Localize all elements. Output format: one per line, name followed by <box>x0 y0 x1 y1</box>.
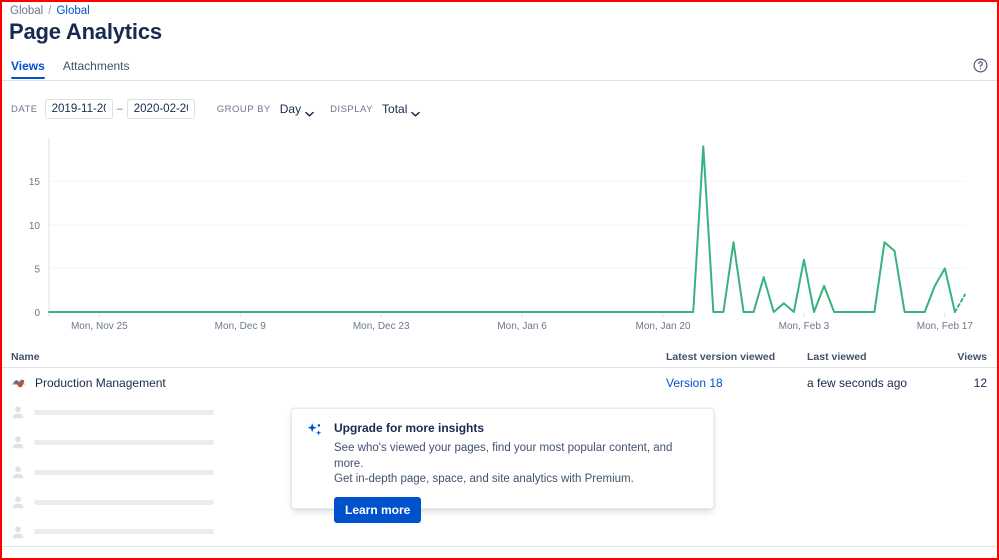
person-avatar-icon <box>11 465 25 479</box>
breadcrumb-separator: / <box>48 5 52 17</box>
table-header-row: Name Latest version viewed Last viewed V… <box>2 346 997 368</box>
upgrade-card-line-2: Get in-depth page, space, and site analy… <box>334 473 634 485</box>
person-avatar-icon <box>11 405 25 419</box>
tab-attachments[interactable]: Attachments <box>63 59 130 78</box>
svg-text:Mon, Nov 25: Mon, Nov 25 <box>71 321 128 332</box>
person-avatar-icon <box>11 435 25 449</box>
group-by-select[interactable]: Day <box>278 100 316 118</box>
sparkle-icon <box>306 422 323 439</box>
chevron-down-icon <box>305 106 314 117</box>
chevron-down-icon <box>411 106 421 117</box>
svg-text:15: 15 <box>29 177 41 188</box>
date-to-input[interactable] <box>126 99 195 119</box>
skeleton-bar-name <box>34 469 214 475</box>
column-header-name[interactable]: Name <box>11 351 666 363</box>
display-label: DISPLAY <box>330 103 374 115</box>
display-value: Total <box>382 102 408 116</box>
svg-text:10: 10 <box>29 221 41 232</box>
upgrade-card-body: Upgrade for more insights See who's view… <box>334 421 697 523</box>
learn-more-button[interactable]: Learn more <box>334 496 422 523</box>
skeleton-bar-name <box>34 529 214 534</box>
tab-views[interactable]: Views <box>11 59 45 79</box>
svg-text:5: 5 <box>34 264 40 275</box>
skeleton-bar-name <box>34 499 214 505</box>
upgrade-promo-card: Upgrade for more insights See who's view… <box>291 408 714 523</box>
breadcrumb-parent[interactable]: Global <box>10 5 43 17</box>
person-avatar-icon <box>11 495 25 509</box>
cell-name: Production Management <box>11 375 666 390</box>
date-label: DATE <box>11 103 38 115</box>
space-avatar-icon <box>11 375 26 390</box>
svg-text:Mon, Dec 23: Mon, Dec 23 <box>353 321 410 332</box>
skeleton-bar-name <box>34 409 214 415</box>
date-range-separator: – <box>116 103 123 115</box>
page-title: Page Analytics <box>9 19 162 44</box>
group-by-value: Day <box>279 102 302 116</box>
views-line-chart: 0 5 10 15 Mon, Nov 25 Mon, Dec 9 Mon, Dec 23 Mo… <box>2 130 997 335</box>
svg-text:Mon, Dec 9: Mon, Dec 9 <box>215 321 267 332</box>
svg-text:Mon, Feb 3: Mon, Feb 3 <box>779 321 830 332</box>
upgrade-card-title: Upgrade for more insights <box>334 421 485 435</box>
cell-name <box>11 525 666 539</box>
display-select[interactable]: Total <box>380 100 422 118</box>
filter-bar: DATE – GROUP BY Day DISPLAY Total <box>11 99 422 119</box>
page-name: Production Management <box>35 375 166 390</box>
column-header-last-viewed[interactable]: Last viewed <box>807 351 925 363</box>
cell-views: 12 <box>973 375 987 390</box>
skeleton-bar-name <box>34 439 214 445</box>
svg-text:0: 0 <box>34 308 40 319</box>
svg-text:Mon, Feb 17: Mon, Feb 17 <box>917 321 974 332</box>
svg-text:Mon, Jan 20: Mon, Jan 20 <box>635 321 690 332</box>
date-from-input[interactable] <box>44 99 113 119</box>
cell-last-viewed: a few seconds ago <box>807 375 908 390</box>
browser-viewport: Global / Global Page Analytics Views Att… <box>0 0 999 560</box>
person-avatar-icon <box>11 525 25 539</box>
help-circle-icon[interactable] <box>972 57 989 74</box>
chart-canvas: 0 5 10 15 Mon, Nov 25 Mon, Dec 9 Mon, Dec 23 Mo… <box>29 138 974 332</box>
table-row[interactable]: Production Management Version 18 a few s… <box>2 368 997 397</box>
version-link[interactable]: Version 18 <box>666 376 723 390</box>
breadcrumb: Global / Global <box>10 5 90 17</box>
column-header-views[interactable]: Views <box>925 351 987 363</box>
upgrade-card-line-1: See who's viewed your pages, find your m… <box>334 442 673 470</box>
page-analytics-screen: Global / Global Page Analytics Views Att… <box>2 2 997 558</box>
tabs-bar: Views Attachments <box>2 57 997 81</box>
column-header-latest-version[interactable]: Latest version viewed <box>666 351 807 363</box>
tab-list: Views Attachments <box>11 59 130 79</box>
cell-latest-version: Version 18 <box>666 374 807 392</box>
breadcrumb-current[interactable]: Global <box>56 5 89 17</box>
svg-text:Mon, Jan 6: Mon, Jan 6 <box>497 321 547 332</box>
group-by-label: GROUP BY <box>216 103 271 115</box>
